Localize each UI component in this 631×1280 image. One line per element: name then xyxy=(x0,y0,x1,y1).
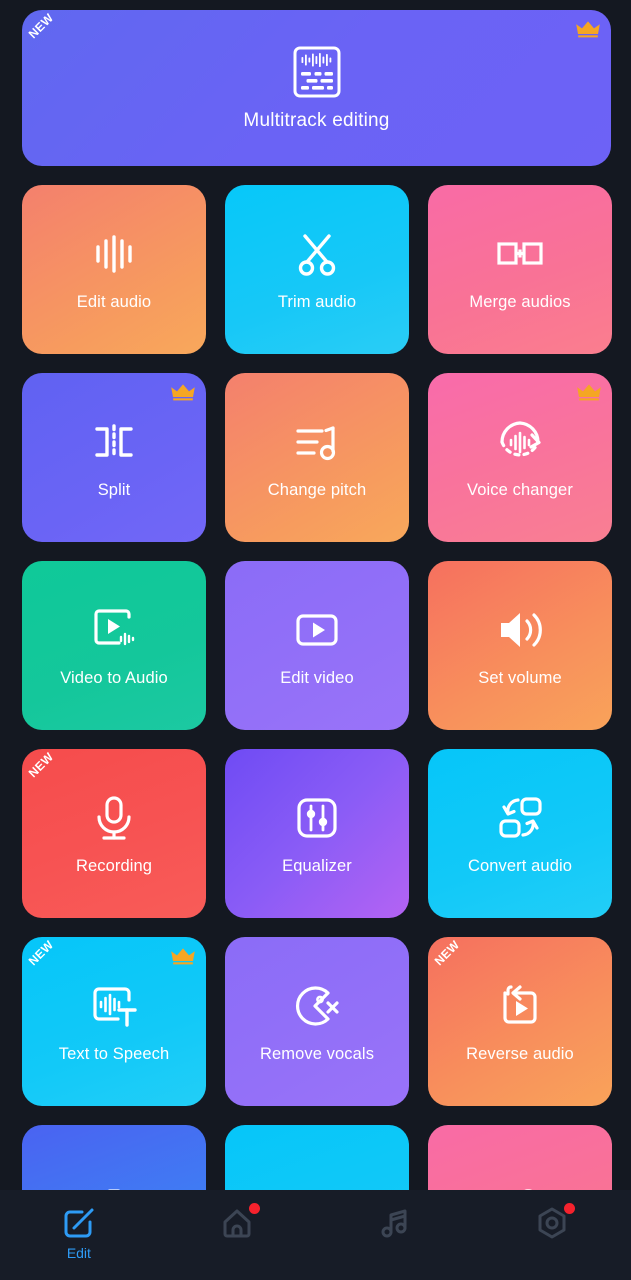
text-speech-icon xyxy=(93,987,137,1027)
convert-icon xyxy=(499,797,542,838)
volume-icon xyxy=(501,613,542,648)
tile-edit-video[interactable]: Edit video xyxy=(225,561,409,730)
new-badge: NEW xyxy=(25,937,57,969)
tile-label: Merge audios xyxy=(469,293,571,312)
app-screen: NEW Multitrack editing Edit audio Trim a… xyxy=(0,0,631,1280)
tile-set-volume[interactable]: Set volume xyxy=(428,561,612,730)
tile-merge-audios[interactable]: Merge audios xyxy=(428,185,612,354)
tile-video-to-audio[interactable]: Video to Audio xyxy=(22,561,206,730)
tile-label: Voice changer xyxy=(467,481,573,500)
voice-changer-icon xyxy=(500,421,541,457)
new-badge: NEW xyxy=(25,749,57,781)
tile-edit-audio[interactable]: Edit audio xyxy=(22,185,206,354)
tile-label: Edit video xyxy=(280,669,354,688)
tile-label: Split xyxy=(97,481,131,500)
tile-trim-audio[interactable]: Trim audio xyxy=(225,185,409,354)
tile-change-pitch[interactable]: Change pitch xyxy=(225,373,409,542)
waveform-icon xyxy=(96,235,132,273)
merge-icon xyxy=(497,242,543,265)
tile-label: Remove vocals xyxy=(259,1045,375,1064)
tile-split[interactable]: Split xyxy=(22,373,206,542)
tile-label: Video to Audio xyxy=(60,669,168,688)
crown-icon xyxy=(171,384,195,401)
video-icon xyxy=(296,614,338,646)
tools-grid: Edit audio Trim audio Merge audios Split… xyxy=(22,185,612,1190)
partial-icon-1 xyxy=(107,1188,121,1190)
nav-icon-wrap xyxy=(533,1203,576,1242)
tile-label: Text to Speech xyxy=(58,1045,170,1064)
tile-recording[interactable]: NEW Recording xyxy=(22,749,206,918)
tile-label: Equalizer xyxy=(282,857,352,876)
microphone-icon xyxy=(97,796,131,840)
partial-icon-3 xyxy=(523,1188,534,1190)
music-note-icon xyxy=(381,1209,407,1238)
pitch-icon xyxy=(296,426,336,461)
video-audio-icon xyxy=(94,609,135,646)
tools-scroll-area[interactable]: NEW Multitrack editing Edit audio Trim a… xyxy=(0,0,631,1190)
tile-label: Reverse audio xyxy=(466,1045,574,1064)
nav-label-edit: Edit xyxy=(66,1245,91,1261)
tile-remove-vocals[interactable]: Remove vocals xyxy=(225,937,409,1106)
crown-icon xyxy=(171,948,195,965)
tile-partial-2[interactable] xyxy=(225,1125,409,1190)
tile-partial-3[interactable] xyxy=(428,1125,612,1190)
partial-icon-2 xyxy=(291,1177,343,1191)
nav-item-home[interactable] xyxy=(158,1203,316,1242)
tile-label: Change pitch xyxy=(267,481,367,500)
remove-vocals-icon xyxy=(295,986,339,1026)
new-badge: NEW xyxy=(25,10,57,42)
tile-label: Edit audio xyxy=(76,293,152,312)
nav-icon-wrap xyxy=(375,1204,413,1242)
crown-icon xyxy=(577,384,601,401)
tile-label: Recording xyxy=(75,857,153,876)
tile-multitrack-editing[interactable]: NEW Multitrack editing xyxy=(22,10,611,166)
scissors-icon xyxy=(298,234,336,276)
multitrack-icon xyxy=(293,46,340,98)
tile-label: Convert audio xyxy=(467,857,573,876)
tile-label: Trim audio xyxy=(277,293,357,312)
edit-pencil-icon xyxy=(64,1208,94,1238)
tile-label: Set volume xyxy=(478,669,562,688)
tile-partial-1[interactable] xyxy=(22,1125,206,1190)
tile-label: Multitrack editing xyxy=(243,110,390,131)
tile-equalizer[interactable]: Equalizer xyxy=(225,749,409,918)
nav-item-edit[interactable]: Edit xyxy=(0,1204,158,1261)
tile-voice-changer[interactable]: Voice changer xyxy=(428,373,612,542)
tile-text-to-speech[interactable]: NEW Text to Speech xyxy=(22,937,206,1106)
reverse-icon xyxy=(503,985,537,1024)
nav-item-settings[interactable] xyxy=(473,1203,631,1242)
split-icon xyxy=(95,424,133,460)
bottom-navigation: Edit xyxy=(0,1190,631,1280)
notification-dot xyxy=(564,1203,576,1214)
tile-reverse-audio[interactable]: NEW Reverse audio xyxy=(428,937,612,1106)
equalizer-icon xyxy=(297,798,337,838)
crown-icon xyxy=(576,21,600,38)
nav-item-music[interactable] xyxy=(316,1204,474,1242)
nav-icon-wrap xyxy=(218,1203,260,1242)
nav-icon-wrap xyxy=(60,1204,98,1242)
new-badge: NEW xyxy=(431,937,463,969)
tile-convert-audio[interactable]: Convert audio xyxy=(428,749,612,918)
notification-dot xyxy=(248,1203,260,1214)
